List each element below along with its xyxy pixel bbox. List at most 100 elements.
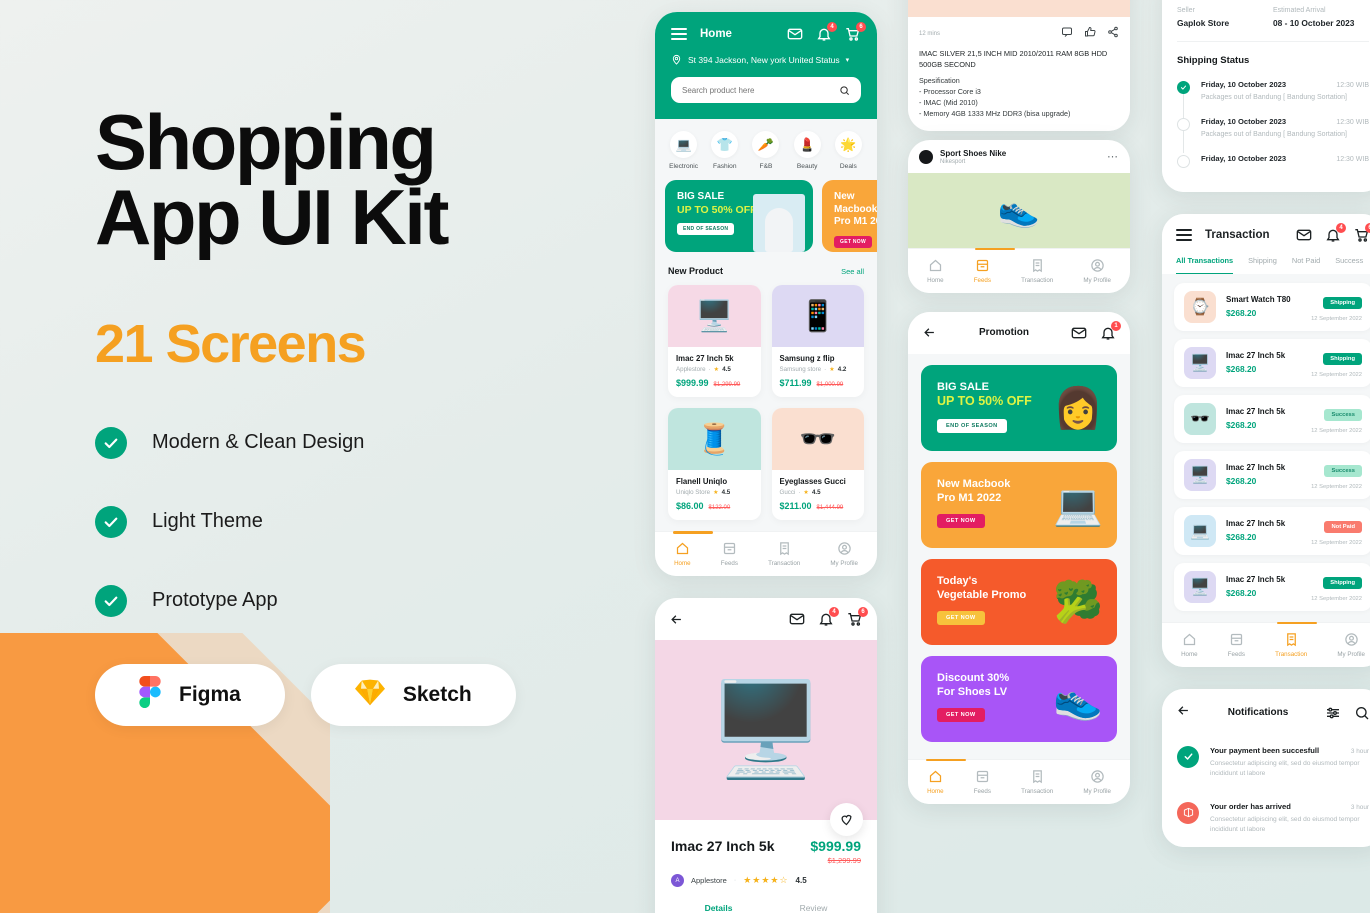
- feed-author-handle: Nikesport: [940, 158, 966, 165]
- bell-icon[interactable]: 4: [1325, 222, 1346, 243]
- banner-chip[interactable]: END OF SEASON: [677, 223, 735, 236]
- status-badge: Success: [1324, 465, 1362, 478]
- category-electronic[interactable]: 💻 Electronic: [664, 131, 704, 170]
- sketch-button[interactable]: Sketch: [310, 663, 516, 726]
- category-beauty[interactable]: 💄 Beauty: [787, 131, 827, 170]
- figma-button[interactable]: Figma: [95, 663, 285, 726]
- comment-icon[interactable]: [1061, 25, 1073, 43]
- list-item[interactable]: Your payment been succesfull 3 hour Cons…: [1162, 734, 1370, 791]
- location-row[interactable]: St 394 Jackson, New york United Status ▾: [671, 54, 861, 65]
- back-icon[interactable]: [922, 325, 937, 340]
- cart-icon[interactable]: 6: [845, 22, 866, 42]
- tab-transaction[interactable]: Transaction: [768, 541, 800, 567]
- tab-label: My Profile: [1083, 276, 1111, 284]
- mail-icon[interactable]: [1071, 325, 1087, 341]
- tab-details[interactable]: Details: [671, 903, 766, 913]
- tab-profile[interactable]: My Profile: [1083, 258, 1111, 284]
- back-icon[interactable]: [1176, 703, 1191, 723]
- filter-icon[interactable]: [1325, 705, 1341, 721]
- tab-transaction[interactable]: Transaction: [1275, 632, 1307, 658]
- promo-button[interactable]: GET NOW: [937, 708, 985, 723]
- filter-all[interactable]: All Transactions: [1176, 256, 1234, 274]
- product-card[interactable]: 🕶️ Eyeglasses Gucci Gucci · ★ 4.5 $211.00…: [771, 408, 864, 520]
- tab-home[interactable]: Home: [927, 258, 944, 284]
- search-icon[interactable]: [1354, 705, 1370, 721]
- like-icon[interactable]: [1084, 25, 1096, 43]
- back-icon[interactable]: [669, 612, 684, 627]
- filter-shipping[interactable]: Shipping: [1248, 256, 1277, 274]
- menu-icon[interactable]: [671, 28, 687, 40]
- category-fashion[interactable]: 👕 Fashion: [705, 131, 745, 170]
- table-row[interactable]: 🖥️ Imac 27 Inch 5k $268.20 Shipping 12 S…: [1174, 338, 1370, 387]
- search-bar[interactable]: [671, 77, 861, 103]
- list-item[interactable]: Your order has arrived 3 hour Consectetu…: [1162, 790, 1370, 847]
- profile-icon: [1090, 769, 1104, 783]
- table-row[interactable]: 🕶️ Imac 27 Inch 5k $268.20 Success 12 Se…: [1174, 394, 1370, 443]
- product-name: Imac 27 Inch 5k: [676, 354, 734, 363]
- tab-transaction[interactable]: Transaction: [1021, 258, 1053, 284]
- cart-icon[interactable]: 6: [847, 607, 868, 627]
- star-icon: ★: [713, 366, 720, 373]
- tab-feeds[interactable]: Feeds: [974, 769, 991, 795]
- mail-icon[interactable]: [789, 611, 805, 627]
- banner-chip[interactable]: GET NOW: [834, 235, 872, 248]
- item-name: Smart Watch T80: [1226, 295, 1291, 305]
- promo-card[interactable]: Discount 30% For Shoes LV GET NOW 👟: [921, 655, 1117, 742]
- product-rating: 4.5: [721, 489, 731, 496]
- promo-card[interactable]: BIG SALE UP TO 50% OFF END OF SEASON 👩: [921, 364, 1117, 451]
- tab-feeds[interactable]: Feeds: [721, 541, 738, 567]
- product-card[interactable]: 🖥️ Imac 27 Inch 5k Applestore · ★ 4.5 $99…: [668, 285, 761, 397]
- product-card[interactable]: 🧵 Flanell Uniqlo Uniqlo Store ★ 4.5 $86.…: [668, 408, 761, 520]
- tab-profile[interactable]: My Profile: [1083, 769, 1111, 795]
- bell-icon[interactable]: 4: [816, 22, 837, 42]
- tab-profile[interactable]: My Profile: [830, 541, 858, 567]
- cart-icon[interactable]: 6: [1354, 222, 1370, 243]
- table-row[interactable]: 💻 Imac 27 Inch 5k $268.20 Not Paid 12 Se…: [1174, 506, 1370, 555]
- bell-icon[interactable]: 4: [818, 607, 839, 627]
- timeline-date: Friday, 10 October 2023: [1201, 80, 1287, 89]
- promo-card[interactable]: Today's Vegetable Promo GET NOW 🥦: [921, 558, 1117, 645]
- banner-carousel[interactable]: BIG SALE UP TO 50% OFF END OF SEASON New…: [655, 180, 877, 264]
- tab-feeds[interactable]: Feeds: [974, 258, 991, 284]
- banner-title: New Macbook: [834, 191, 877, 215]
- share-icon[interactable]: [1107, 25, 1119, 43]
- more-options-icon[interactable]: ⋯: [1107, 150, 1119, 163]
- tab-feeds[interactable]: Feeds: [1228, 632, 1245, 658]
- filter-not-paid[interactable]: Not Paid: [1292, 256, 1320, 274]
- mail-icon[interactable]: [787, 26, 803, 42]
- tab-profile[interactable]: My Profile: [1337, 632, 1365, 658]
- product-card[interactable]: 📱 Samsung z flip Samsung store · ★ 4.2 $7…: [771, 285, 864, 397]
- banner-macbook[interactable]: New Macbook Pro M1 2022 GET NOW: [822, 180, 877, 252]
- tab-transaction[interactable]: Transaction: [1021, 769, 1053, 795]
- category-fnb[interactable]: 🥕 F&B: [746, 131, 786, 170]
- feed-hero-image: 🕶️: [908, 0, 1130, 17]
- check-icon: [95, 505, 127, 538]
- status-badge: Shipping: [1323, 353, 1362, 366]
- detail-price: $999.99: [810, 838, 861, 854]
- table-row[interactable]: 🖥️ Imac 27 Inch 5k $268.20 Success 12 Se…: [1174, 450, 1370, 499]
- tab-home[interactable]: Home: [1181, 632, 1198, 658]
- tab-home[interactable]: Home: [674, 541, 691, 567]
- promo-button[interactable]: END OF SEASON: [937, 418, 1007, 433]
- product-store-row: Uniqlo Store ★ 4.5: [676, 489, 753, 496]
- tab-home[interactable]: Home: [927, 769, 944, 795]
- table-row[interactable]: 🖥️ Imac 27 Inch 5k $268.20 Shipping 12 S…: [1174, 562, 1370, 611]
- menu-icon[interactable]: [1176, 228, 1192, 241]
- promo-card[interactable]: New Macbook Pro M1 2022 GET NOW 💻: [921, 461, 1117, 548]
- category-deals[interactable]: 🌟 Deals: [828, 131, 868, 170]
- table-row[interactable]: ⌚ Smart Watch T80 $268.20 Shipping 12 Se…: [1174, 282, 1370, 331]
- promo-button[interactable]: GET NOW: [937, 611, 985, 626]
- bell-badge: 4: [829, 607, 839, 617]
- tab-review[interactable]: Review: [766, 903, 861, 913]
- filter-success[interactable]: Success: [1335, 256, 1363, 274]
- bell-icon[interactable]: 1: [1100, 320, 1121, 341]
- product-old-price: $1,299.99: [713, 382, 741, 388]
- promo-button[interactable]: GET NOW: [937, 514, 985, 529]
- search-input[interactable]: [682, 85, 833, 95]
- banner-big-sale[interactable]: BIG SALE UP TO 50% OFF END OF SEASON: [665, 180, 813, 252]
- chevron-down-icon[interactable]: ▾: [846, 56, 850, 64]
- favorite-button[interactable]: [830, 803, 863, 836]
- see-all-link[interactable]: See all: [841, 267, 864, 276]
- mail-icon[interactable]: [1296, 227, 1312, 243]
- tab-label: Transaction: [1021, 787, 1054, 795]
